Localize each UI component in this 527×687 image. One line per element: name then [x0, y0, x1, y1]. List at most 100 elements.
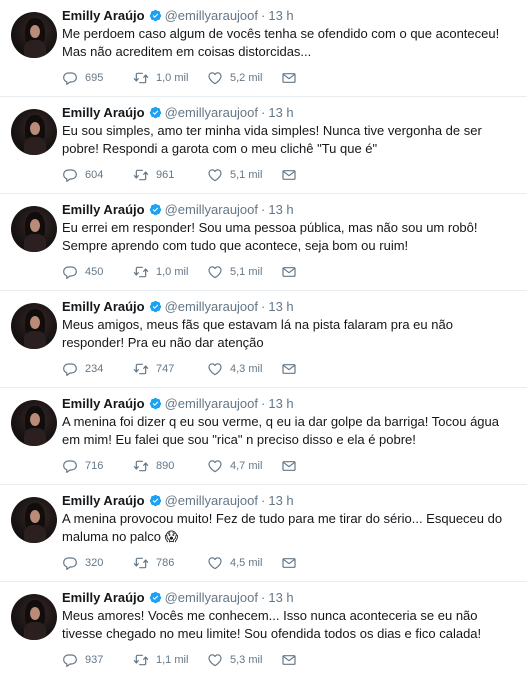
timestamp[interactable]: 13 h [268, 8, 293, 23]
direct-message-icon [282, 73, 296, 83]
author-handle[interactable]: @emillyaraujoof [165, 493, 258, 508]
tweet[interactable]: Emilly Araújo @emillyaraujoof · 13 h Meus a… [0, 582, 527, 679]
reply-icon [63, 266, 77, 279]
reply-icon [63, 72, 77, 85]
avatar[interactable] [11, 12, 57, 58]
direct-message-icon [282, 461, 296, 471]
retweet-icon [133, 460, 149, 472]
separator: · [261, 202, 266, 217]
tweet-text: Me perdoem caso algum de vocês tenha se … [62, 25, 522, 61]
heart-icon [208, 363, 222, 376]
tweet[interactable]: Emilly Araújo @emillyaraujoof · 13 h A meni… [0, 388, 527, 485]
retweet-button[interactable]: 786 [133, 555, 174, 571]
tweet-text: Meus amores! Vocês me conhecem... Isso n… [62, 607, 522, 643]
timestamp[interactable]: 13 h [268, 299, 293, 314]
avatar[interactable] [11, 303, 57, 349]
tweet[interactable]: Emilly Araújo @emillyaraujoof · 13 h Eu sou… [0, 97, 527, 194]
separator: · [261, 299, 266, 314]
direct-message-button[interactable] [281, 167, 304, 183]
retweet-button[interactable]: 1,0 mil [133, 70, 188, 86]
tweet[interactable]: Emilly Araújo @emillyaraujoof · 13 h Me per… [0, 0, 527, 97]
reply-icon [63, 557, 77, 570]
reply-button[interactable]: 450 [62, 264, 103, 280]
like-button[interactable]: 4,5 mil [207, 555, 262, 571]
like-button[interactable]: 4,7 mil [207, 458, 262, 474]
retweet-button[interactable]: 747 [133, 361, 174, 377]
reply-button[interactable]: 716 [62, 458, 103, 474]
like-button[interactable]: 5,1 mil [207, 264, 262, 280]
author-handle[interactable]: @emillyaraujoof [165, 590, 258, 605]
timestamp[interactable]: 13 h [268, 202, 293, 217]
retweet-count: 961 [156, 169, 175, 181]
author-handle[interactable]: @emillyaraujoof [165, 396, 258, 411]
retweet-icon [133, 557, 149, 569]
avatar[interactable] [11, 497, 57, 543]
direct-message-button[interactable] [281, 70, 304, 86]
verified-badge-icon [149, 203, 161, 216]
verified-badge-icon [149, 106, 161, 119]
tweet-header: Emilly Araújo @emillyaraujoof · 13 h [62, 590, 294, 606]
timestamp[interactable]: 13 h [268, 396, 293, 411]
retweet-button[interactable]: 890 [133, 458, 174, 474]
tweet-text-line: responder! Pra eu não dar atenção [62, 335, 264, 350]
avatar[interactable] [11, 400, 57, 446]
like-button[interactable]: 5,3 mil [207, 652, 262, 668]
retweet-button[interactable]: 961 [133, 167, 174, 183]
verified-badge-icon [149, 9, 161, 22]
tweet-text: Eu errei em responder! Sou uma pessoa pú… [62, 219, 522, 255]
direct-message-button[interactable] [281, 264, 304, 280]
direct-message-button[interactable] [281, 555, 304, 571]
author-handle[interactable]: @emillyaraujoof [165, 202, 258, 217]
author-name[interactable]: Emilly Araújo [62, 105, 145, 120]
reply-button[interactable]: 320 [62, 555, 103, 571]
author-name[interactable]: Emilly Araújo [62, 299, 145, 314]
reply-count: 320 [85, 557, 104, 569]
retweet-button[interactable]: 1,0 mil [133, 264, 188, 280]
like-button[interactable]: 4,3 mil [207, 361, 262, 377]
retweet-icon [133, 266, 149, 278]
author-name[interactable]: Emilly Araújo [62, 590, 145, 605]
reply-button[interactable]: 937 [62, 652, 103, 668]
tweet-text-line: tivesse chegado no meu limite! Sou ofend… [62, 626, 482, 641]
reply-count: 604 [85, 169, 104, 181]
tweet[interactable]: Emilly Araújo @emillyaraujoof · 13 h A meni… [0, 485, 527, 582]
reply-count: 234 [85, 363, 104, 375]
direct-message-button[interactable] [281, 652, 304, 668]
reply-button[interactable]: 604 [62, 167, 103, 183]
author-name[interactable]: Emilly Araújo [62, 202, 145, 217]
avatar[interactable] [11, 206, 57, 252]
author-handle[interactable]: @emillyaraujoof [165, 105, 258, 120]
reply-button[interactable]: 234 [62, 361, 103, 377]
retweet-button[interactable]: 1,1 mil [133, 652, 188, 668]
tweet[interactable]: Emilly Araújo @emillyaraujoof · 13 h Meus a… [0, 291, 527, 388]
avatar[interactable] [11, 594, 57, 640]
like-count: 4,3 mil [230, 363, 263, 375]
timestamp[interactable]: 13 h [268, 493, 293, 508]
direct-message-button[interactable] [281, 361, 304, 377]
direct-message-icon [282, 655, 296, 665]
reply-button[interactable]: 695 [62, 70, 103, 86]
like-button[interactable]: 5,2 mil [207, 70, 262, 86]
reply-icon [63, 654, 77, 667]
tweet-text-line: Sempre aprendo com tudo que acontece, se… [62, 238, 409, 253]
like-button[interactable]: 5,1 mil [207, 167, 262, 183]
retweet-count: 747 [156, 363, 175, 375]
reply-icon [63, 460, 77, 473]
author-handle[interactable]: @emillyaraujoof [165, 8, 258, 23]
like-count: 5,1 mil [230, 266, 263, 278]
timestamp[interactable]: 13 h [268, 105, 293, 120]
tweet-header: Emilly Araújo @emillyaraujoof · 13 h [62, 202, 294, 218]
like-count: 4,5 mil [230, 557, 263, 569]
author-name[interactable]: Emilly Araújo [62, 493, 145, 508]
author-handle[interactable]: @emillyaraujoof [165, 299, 258, 314]
avatar[interactable] [11, 109, 57, 155]
like-count: 5,2 mil [230, 72, 263, 84]
author-name[interactable]: Emilly Araújo [62, 396, 145, 411]
separator: · [261, 396, 266, 411]
author-name[interactable]: Emilly Araújo [62, 8, 145, 23]
reply-icon [63, 363, 77, 376]
direct-message-button[interactable] [281, 458, 304, 474]
timestamp[interactable]: 13 h [268, 590, 293, 605]
tweet-text-line: Eu sou simples, amo ter minha vida simpl… [62, 123, 482, 138]
tweet[interactable]: Emilly Araújo @emillyaraujoof · 13 h Eu err… [0, 194, 527, 291]
